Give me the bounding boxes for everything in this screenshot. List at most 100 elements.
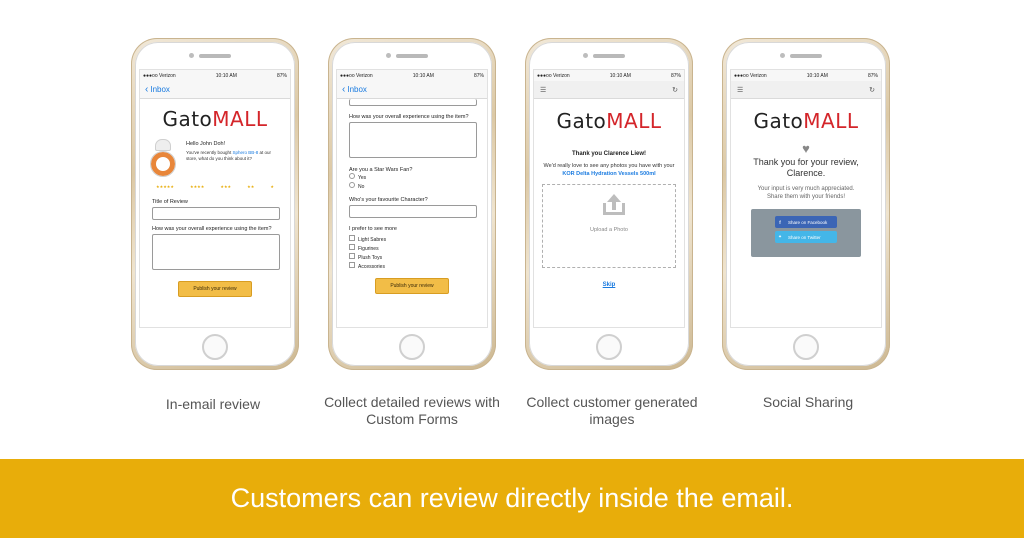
status-bar: ●●●oo Verizon 10:10 AM 87% <box>731 70 881 81</box>
facebook-icon: f <box>779 219 781 225</box>
front-camera <box>386 53 391 58</box>
checkbox-option-light-sabres[interactable]: Light Sabres <box>349 235 487 244</box>
review-title-label: Title of Review <box>152 199 188 205</box>
landing-page: GatoMALL Thank you Clarence Liew! We'd r… <box>534 99 684 327</box>
radio-icon <box>349 182 355 188</box>
bb8-product-image <box>150 139 176 177</box>
reload-icon[interactable]: ↻ <box>869 86 875 94</box>
upload-arrow-stem <box>612 202 616 210</box>
carrier-label: ●●●oo Verizon <box>734 72 767 79</box>
checkbox-option-plush-toys[interactable]: Plush Toys <box>349 253 487 262</box>
inbox-back-link[interactable]: Inbox <box>150 85 170 94</box>
photo-request-text: We'd really love to see any photos you h… <box>543 163 675 177</box>
inbox-nav-bar: ‹ Inbox <box>140 81 290 99</box>
greeting-block: Hello John Doh! You've recently bought S… <box>140 137 290 181</box>
back-chevron-icon[interactable]: ‹ <box>145 84 148 95</box>
publish-review-button[interactable]: Publish your review <box>375 278 449 294</box>
star-rating-row: ★★★★★ ★★★★ ★★★ ★★ ★ <box>148 184 282 189</box>
share-message: Your input is very much appreciated. Sha… <box>757 186 855 200</box>
rating-option-2[interactable]: ★★ <box>247 184 254 189</box>
inbox-back-link[interactable]: Inbox <box>347 85 367 94</box>
bb8-body <box>150 151 176 177</box>
radio-icon <box>349 173 355 179</box>
carrier-label: ●●●oo Verizon <box>143 72 176 79</box>
speaker-grill <box>396 54 428 58</box>
caption-in-email-review: In-email review <box>165 396 261 412</box>
reader-menu-icon[interactable]: ☰ <box>737 86 743 94</box>
email-body: GatoMALL Hello John Doh! You've recently… <box>140 99 290 327</box>
phone-social-sharing: ●●●oo Verizon 10:10 AM 87% ☰ ↻ GatoMALL … <box>722 38 890 370</box>
phone-custom-forms: ●●●oo Verizon 10:10 AM 87% ‹ Inbox How w… <box>328 38 496 370</box>
publish-review-button[interactable]: Publish your review <box>178 281 252 297</box>
carrier-label: ●●●oo Verizon <box>537 72 570 79</box>
experience-label: How was your overall experience using th… <box>152 226 272 232</box>
favourite-character-input[interactable] <box>349 205 477 218</box>
checkbox-option-figurines[interactable]: Figurines <box>349 244 487 253</box>
front-camera <box>189 53 194 58</box>
share-twitter-button[interactable]: ✦ Share on Twitter <box>775 231 837 243</box>
experience-textarea[interactable] <box>152 234 280 270</box>
rating-option-3[interactable]: ★★★ <box>220 184 231 189</box>
front-camera <box>583 53 588 58</box>
phone-screen: ●●●oo Verizon 10:10 AM 87% ☰ ↻ GatoMALL … <box>533 69 685 328</box>
reader-menu-icon[interactable]: ☰ <box>540 86 546 94</box>
heart-icon: ♥ <box>802 141 810 156</box>
browser-toolbar: ☰ ↻ <box>534 81 684 99</box>
gatomall-logo: GatoMALL <box>753 109 859 133</box>
rating-option-4[interactable]: ★★★★ <box>190 184 204 189</box>
product-link[interactable]: KOR Delta Hydration Vessels 500ml <box>562 171 655 177</box>
time-label: 10:10 AM <box>412 72 434 79</box>
previous-input-field[interactable] <box>349 99 477 106</box>
time-label: 10:10 AM <box>806 72 828 79</box>
checkbox-option-accessories[interactable]: Accessories <box>349 262 487 271</box>
phone-screen: ●●●oo Verizon 10:10 AM 87% ☰ ↻ GatoMALL … <box>730 69 882 328</box>
battery-label: 87% <box>867 72 878 79</box>
gatomall-logo: GatoMALL <box>556 109 662 133</box>
speaker-grill <box>593 54 625 58</box>
rating-option-1[interactable]: ★ <box>270 184 274 189</box>
review-title-input[interactable] <box>152 207 280 220</box>
status-bar: ●●●oo Verizon 10:10 AM 87% <box>140 70 290 81</box>
home-button <box>399 334 425 360</box>
gatomall-logo: GatoMALL <box>162 107 268 131</box>
experience-label: How was your overall experience using th… <box>349 114 469 120</box>
thank-you-heading: Thank you for your review, Clarence. <box>753 157 859 178</box>
favourite-character-label: Who's your favourite Character? <box>349 197 428 203</box>
status-bar: ●●●oo Verizon 10:10 AM 87% <box>337 70 487 81</box>
experience-textarea[interactable] <box>349 122 477 158</box>
thank-you-heading: Thank you Clarence Liew! <box>571 151 647 157</box>
upload-arrow-icon <box>607 194 621 202</box>
upload-photo-dropzone[interactable]: Upload a Photo <box>542 184 676 268</box>
checkbox-icon <box>349 253 355 259</box>
share-facebook-button[interactable]: f Share on Facebook <box>775 216 837 228</box>
checkbox-icon <box>349 244 355 250</box>
caption-social-sharing: Social Sharing <box>762 394 854 410</box>
skip-link[interactable]: Skip <box>534 282 684 288</box>
upload-photo-label: Upload a Photo <box>590 227 628 233</box>
speaker-grill <box>790 54 822 58</box>
battery-label: 87% <box>276 72 287 79</box>
product-link[interactable]: Sphero BB-8 <box>232 150 258 155</box>
intro-text: You've recently bought Sphero BB-8 at ou… <box>186 150 272 161</box>
thank-you-page: GatoMALL ♥ Thank you for your review, Cl… <box>731 99 881 327</box>
browser-toolbar: ☰ ↻ <box>731 81 881 99</box>
rating-option-5[interactable]: ★★★★★ <box>156 184 174 189</box>
front-camera <box>780 53 785 58</box>
inbox-nav-bar: ‹ Inbox <box>337 81 487 99</box>
publish-row: Publish your review <box>337 278 487 294</box>
back-chevron-icon[interactable]: ‹ <box>342 84 345 95</box>
battery-label: 87% <box>670 72 681 79</box>
home-button <box>793 334 819 360</box>
battery-label: 87% <box>473 72 484 79</box>
status-bar: ●●●oo Verizon 10:10 AM 87% <box>534 70 684 81</box>
radio-option-yes[interactable]: Yes <box>349 173 487 182</box>
phone-in-email-review: ●●●oo Verizon 10:10 AM 87% ‹ Inbox GatoM… <box>131 38 299 370</box>
phone-screen: ●●●oo Verizon 10:10 AM 87% ‹ Inbox GatoM… <box>139 69 291 328</box>
bb8-head <box>155 139 171 151</box>
twitter-bird-icon: ✦ <box>778 234 782 239</box>
reload-icon[interactable]: ↻ <box>672 86 678 94</box>
radio-option-no[interactable]: No <box>349 182 487 191</box>
home-button <box>202 334 228 360</box>
checkbox-icon <box>349 235 355 241</box>
home-button <box>596 334 622 360</box>
